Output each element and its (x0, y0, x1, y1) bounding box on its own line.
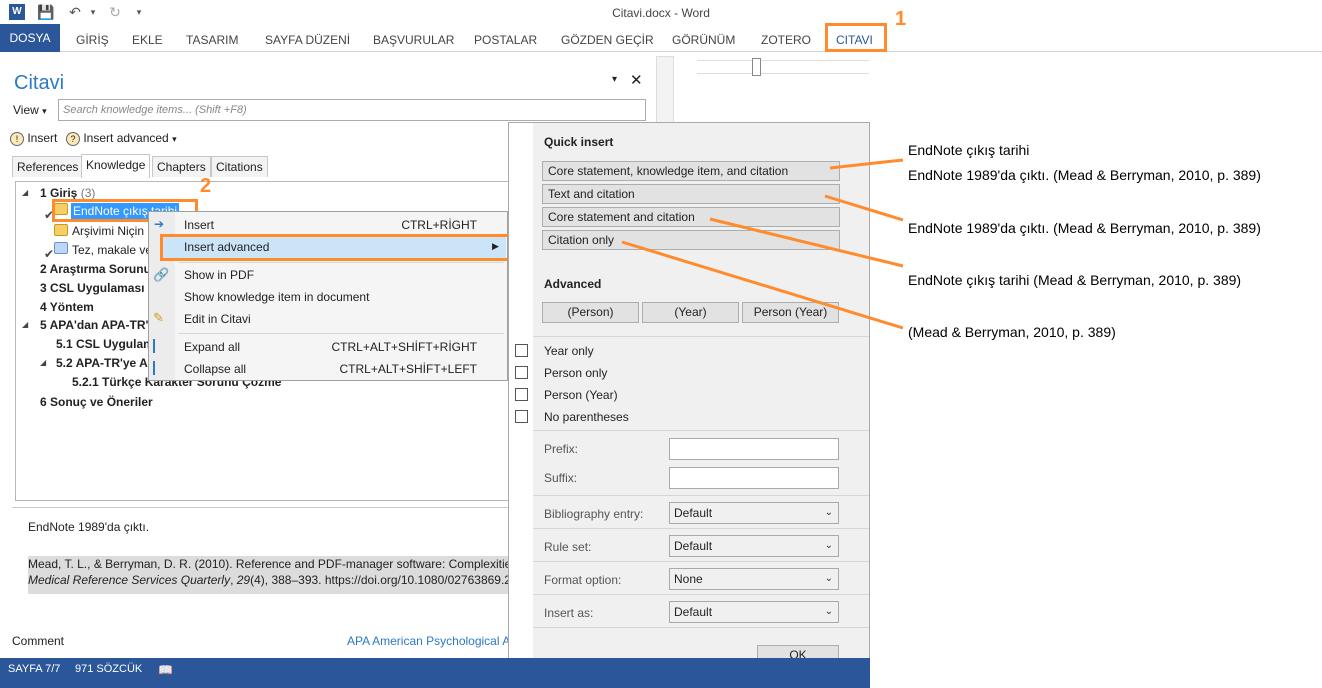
page-count[interactable]: SAYFA 7/7 (8, 663, 60, 675)
word-count[interactable]: 971 SÖZCÜK (75, 663, 142, 675)
annotation-line-2 (824, 194, 904, 222)
annotation-line-1 (829, 158, 904, 170)
annotation-lines (621, 158, 904, 330)
annotation-line-3 (709, 217, 904, 268)
proofing-icon[interactable]: 📖 (158, 663, 173, 677)
